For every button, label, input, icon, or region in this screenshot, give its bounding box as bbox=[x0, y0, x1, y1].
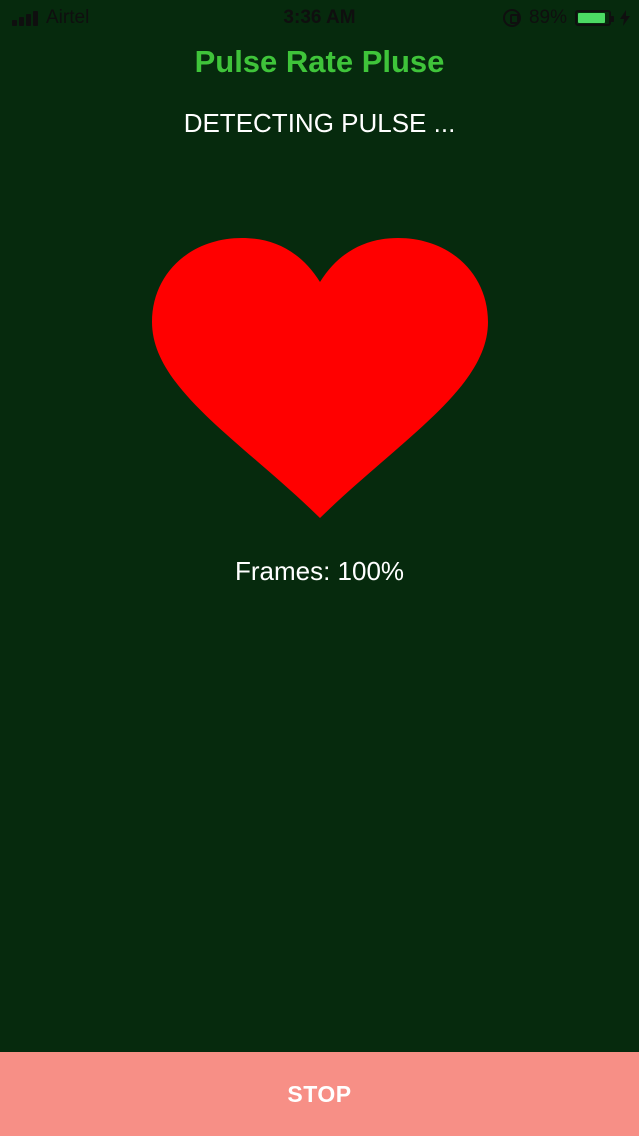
detecting-status: DETECTING PULSE ... bbox=[183, 108, 456, 138]
frames-progress: Frames: 100% bbox=[234, 556, 405, 586]
battery-icon bbox=[575, 10, 614, 26]
heart-shape bbox=[152, 238, 488, 518]
status-bar: Airtel 3:36 AM 89% bbox=[0, 0, 639, 36]
charging-bolt-icon bbox=[620, 10, 630, 26]
heart-icon bbox=[150, 238, 490, 520]
status-right: 89% bbox=[502, 7, 631, 29]
heart-svg bbox=[152, 238, 488, 518]
page-title: Pulse Rate Pluse bbox=[194, 44, 445, 79]
orientation-lock-icon bbox=[502, 9, 521, 27]
battery-percent: 89% bbox=[528, 7, 567, 28]
stop-button[interactable]: STOP bbox=[0, 1052, 639, 1136]
battery-fill bbox=[578, 13, 605, 23]
